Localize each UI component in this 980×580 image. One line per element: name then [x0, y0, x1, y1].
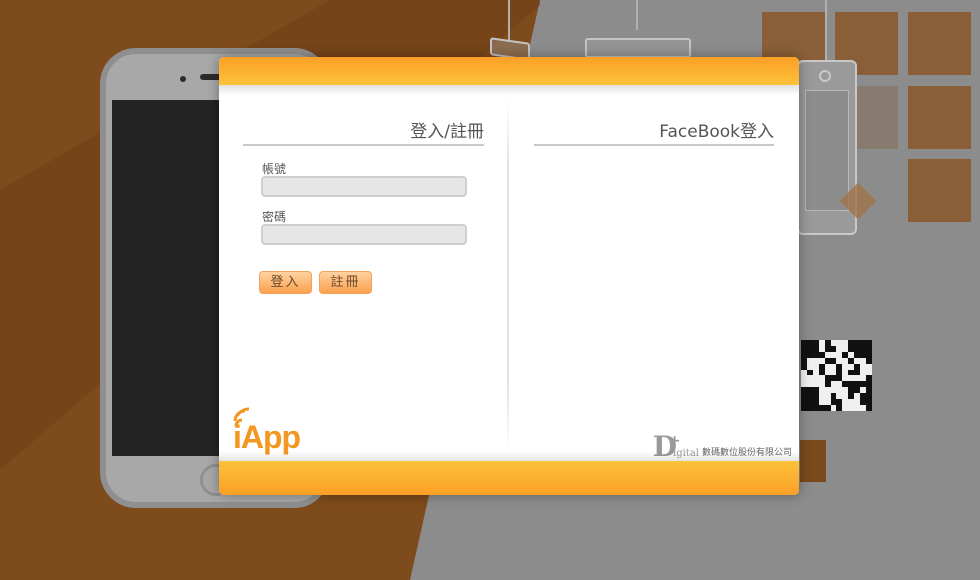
hanging-sign-center [585, 38, 691, 58]
panel-divider [507, 97, 509, 452]
hanging-wire [825, 0, 827, 62]
login-modal: 登入/註冊 FaceBook登入 帳號 密碼 登入 註冊 iApp D + ig… [219, 57, 799, 495]
qr-cell [866, 405, 872, 411]
background-folder-shape [800, 440, 826, 482]
password-input[interactable] [261, 224, 467, 245]
qr-code-icon [801, 340, 872, 411]
account-label: 帳號 [262, 162, 287, 176]
modal-top-bar [219, 57, 799, 95]
login-panel-title: 登入/註冊 [243, 117, 484, 146]
device-screen [805, 90, 849, 211]
hanging-wire [508, 0, 510, 42]
phone-camera-dot [180, 76, 186, 82]
background-tile [908, 12, 971, 75]
modal-bottom-bar [219, 451, 799, 495]
account-input[interactable] [261, 176, 467, 197]
background-tile [908, 159, 971, 222]
hanging-wire [636, 0, 638, 30]
password-label: 密碼 [262, 210, 287, 224]
register-button[interactable]: 註冊 [319, 271, 372, 294]
facebook-panel-title: FaceBook登入 [534, 117, 774, 146]
login-button[interactable]: 登入 [259, 271, 312, 294]
background-tile [908, 86, 971, 149]
device-camera-icon [819, 70, 831, 82]
